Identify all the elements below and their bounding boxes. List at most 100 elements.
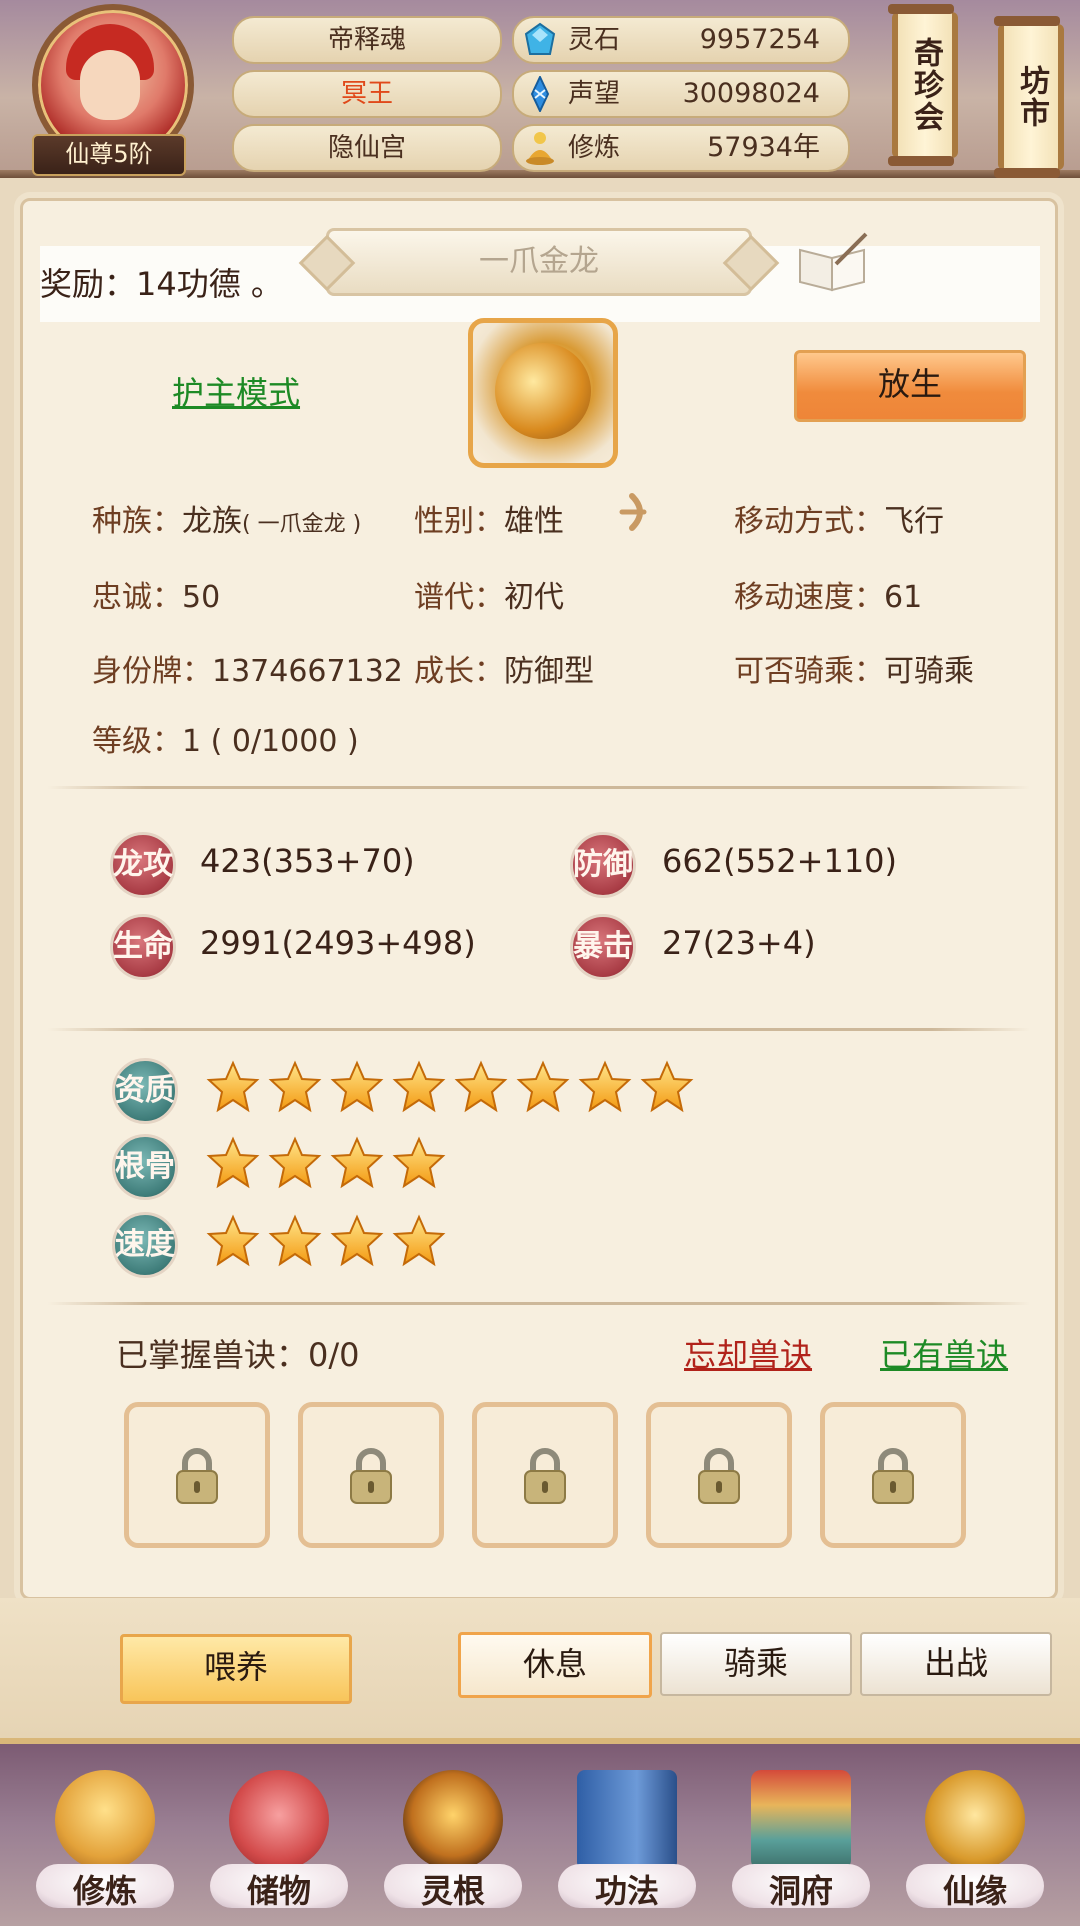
bone-stars: [206, 1136, 446, 1196]
info-label: 移动方式：: [734, 504, 884, 539]
section-divider: [48, 1302, 1030, 1305]
star-icon: [392, 1060, 446, 1114]
resource-label: 声望: [568, 79, 621, 109]
info-value: 1 ( 0/1000 ): [182, 724, 359, 759]
reward-notice-text: 奖励：14功德 。: [40, 265, 283, 303]
info-label: 等级：: [92, 724, 182, 759]
lock-icon: [350, 1448, 392, 1504]
nav-label: 储物: [246, 1872, 311, 1910]
info-generation: 谱代：初代: [414, 572, 564, 616]
lock-icon: [176, 1448, 218, 1504]
info-value: 飞行: [884, 504, 944, 539]
health-value: 2991(2493+498): [200, 924, 476, 962]
release-button[interactable]: 放生: [794, 350, 1026, 422]
info-value: 61: [884, 580, 923, 615]
nav-techniques[interactable]: 功法: [552, 1760, 702, 1916]
star-icon: [330, 1214, 384, 1268]
star-icon: [206, 1060, 260, 1114]
bone-badge: 根骨: [112, 1134, 178, 1200]
owned-skills-link[interactable]: 已有兽诀: [880, 1330, 1008, 1376]
rest-button[interactable]: 休息: [458, 1632, 652, 1698]
resource-label: 修炼: [568, 133, 621, 163]
resource-spirit-stone[interactable]: 灵石 9957254: [512, 16, 850, 64]
pavilion-icon: [751, 1770, 851, 1870]
pet-portrait[interactable]: [468, 318, 618, 468]
market-button[interactable]: 坊市: [994, 16, 1064, 178]
star-icon: [392, 1214, 446, 1268]
pet-name-banner: 一爪金龙: [326, 228, 752, 296]
star-icon: [516, 1060, 570, 1114]
resource-value: 30098024: [682, 78, 820, 109]
technique-book-icon: [577, 1770, 677, 1870]
spirit-stone-icon: [524, 22, 556, 55]
nav-spirit-root[interactable]: 灵根: [378, 1760, 528, 1916]
resource-cultivation[interactable]: 修炼 57934年: [512, 124, 850, 172]
nav-label: 仙缘: [942, 1872, 1007, 1910]
forget-skill-link[interactable]: 忘却兽诀: [684, 1330, 812, 1376]
nav-storage[interactable]: 储物: [204, 1760, 354, 1916]
dragon-attack-badge: 龙攻: [110, 832, 176, 898]
defense-badge: 防御: [570, 832, 636, 898]
resource-reputation[interactable]: 声望 30098024: [512, 70, 850, 118]
info-move-speed: 移动速度：61: [734, 572, 922, 616]
guard-mode-link[interactable]: 护主模式: [172, 368, 300, 414]
info-label: 忠诚：: [92, 580, 182, 615]
info-race: 种族：龙族( 一爪金龙 ): [92, 496, 361, 540]
treasure-bag-icon: [229, 1770, 329, 1870]
star-icon: [268, 1060, 322, 1114]
nav-cave-dwelling[interactable]: 洞府: [726, 1760, 876, 1916]
battle-button[interactable]: 出战: [860, 1632, 1052, 1696]
player-title-button[interactable]: 冥王: [232, 70, 502, 118]
golden-dragon-icon: [495, 343, 591, 439]
info-label: 种族：: [92, 504, 182, 539]
player-avatar[interactable]: 仙尊5阶: [24, 4, 194, 176]
star-icon: [392, 1136, 446, 1190]
ride-button[interactable]: 骑乘: [660, 1632, 852, 1696]
aptitude-badge: 资质: [112, 1058, 178, 1124]
avatar-face: [80, 50, 140, 120]
feed-button[interactable]: 喂养: [120, 1634, 352, 1704]
info-value: 50: [182, 580, 221, 615]
star-icon: [640, 1060, 694, 1114]
info-value: 防御型: [504, 654, 594, 689]
aptitude-stars: [206, 1060, 694, 1120]
treasure-auction-button[interactable]: 奇珍会: [888, 4, 958, 166]
star-icon: [454, 1060, 508, 1114]
cultivation-meditation-icon: [526, 132, 554, 165]
speed-stars: [206, 1214, 446, 1274]
skill-slot[interactable]: [472, 1402, 618, 1548]
nav-label: 功法: [594, 1872, 659, 1910]
gender-arrow-icon[interactable]: [618, 488, 666, 536]
book-quill-icon[interactable]: [796, 230, 872, 294]
info-value: 龙族: [182, 504, 242, 539]
info-value: 可骑乘: [884, 654, 974, 689]
nav-cultivate[interactable]: 修炼: [30, 1760, 180, 1916]
player-name-button[interactable]: 帝释魂: [232, 16, 502, 64]
nav-fate[interactable]: 仙缘: [900, 1760, 1050, 1916]
info-value: 1374667132: [212, 654, 403, 689]
info-label: 谱代：: [414, 580, 504, 615]
star-icon: [206, 1136, 260, 1190]
info-growth: 成长：防御型: [414, 646, 594, 690]
rank-badge: 仙尊5阶: [32, 134, 186, 176]
dragon-attack-value: 423(353+70): [200, 842, 415, 880]
info-level: 等级：1 ( 0/1000 ): [92, 716, 359, 760]
resource-label: 灵石: [568, 25, 621, 55]
defense-value: 662(552+110): [662, 842, 898, 880]
health-badge: 生命: [110, 914, 176, 980]
info-label: 移动速度：: [734, 580, 884, 615]
lock-icon: [872, 1448, 914, 1504]
info-label: 可否骑乘：: [734, 654, 884, 689]
skill-slot[interactable]: [124, 1402, 270, 1548]
skill-slot[interactable]: [298, 1402, 444, 1548]
info-value: 雄性: [504, 504, 564, 539]
star-icon: [268, 1136, 322, 1190]
info-label: 成长：: [414, 654, 504, 689]
info-label: 性别：: [414, 504, 504, 539]
skill-slot[interactable]: [646, 1402, 792, 1548]
skill-slot[interactable]: [820, 1402, 966, 1548]
info-subvalue: ( 一爪金龙 ): [242, 512, 362, 537]
sect-button[interactable]: 隐仙宫: [232, 124, 502, 172]
nav-label: 修炼: [72, 1872, 137, 1910]
info-id: 身份牌：1374667132: [92, 646, 403, 690]
